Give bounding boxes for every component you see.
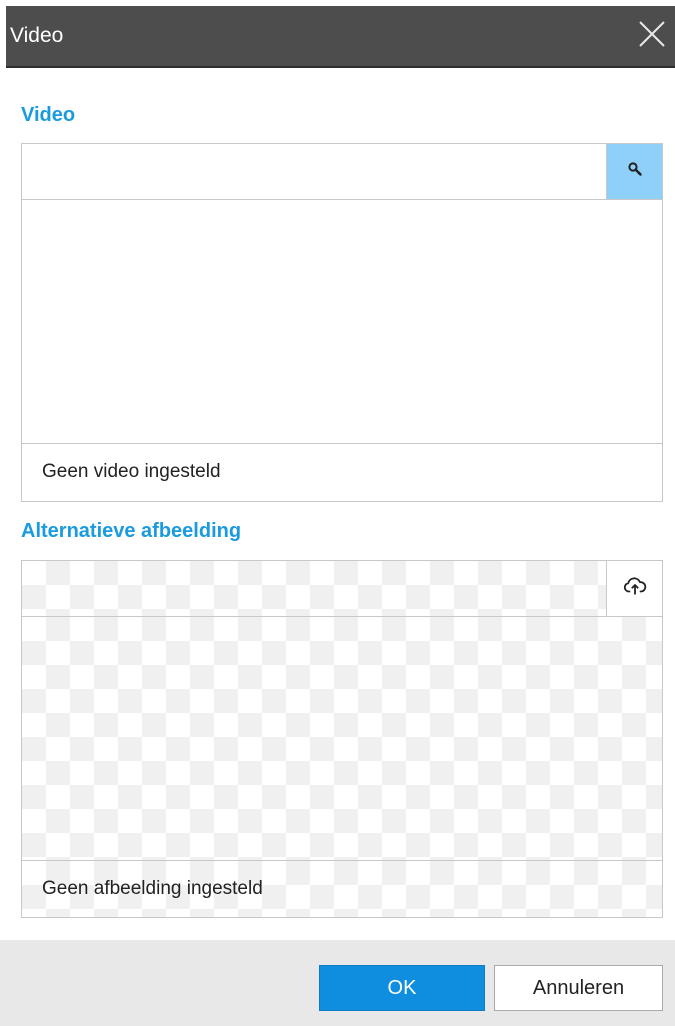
close-icon[interactable] <box>635 17 669 51</box>
image-preview <box>22 617 662 861</box>
image-status: Geen afbeelding ingesteld <box>22 861 662 917</box>
cloud-upload-icon <box>623 576 647 601</box>
dialog-title: Video <box>10 24 64 47</box>
search-button[interactable] <box>606 144 662 199</box>
video-input-row <box>22 144 662 200</box>
video-status: Geen video ingesteld <box>42 461 221 482</box>
dialog-titlebar: Video <box>6 6 675 68</box>
search-icon <box>627 161 643 182</box>
video-section-heading: Video <box>21 104 76 126</box>
dialog-footer: OK Annuleren <box>0 940 675 1026</box>
image-section-heading: Alternatieve afbeelding <box>21 520 242 542</box>
video-search-input[interactable] <box>22 144 605 199</box>
video-field: Geen video ingesteld <box>21 143 663 502</box>
video-dialog: Video Video Geen video ingesteld Alterna… <box>0 0 675 1026</box>
cancel-button[interactable]: Annuleren <box>494 965 663 1011</box>
video-preview <box>22 200 662 444</box>
image-input-row <box>22 561 662 617</box>
ok-button[interactable]: OK <box>319 965 485 1011</box>
upload-button[interactable] <box>606 561 662 616</box>
image-field: Geen afbeelding ingesteld <box>21 560 663 918</box>
